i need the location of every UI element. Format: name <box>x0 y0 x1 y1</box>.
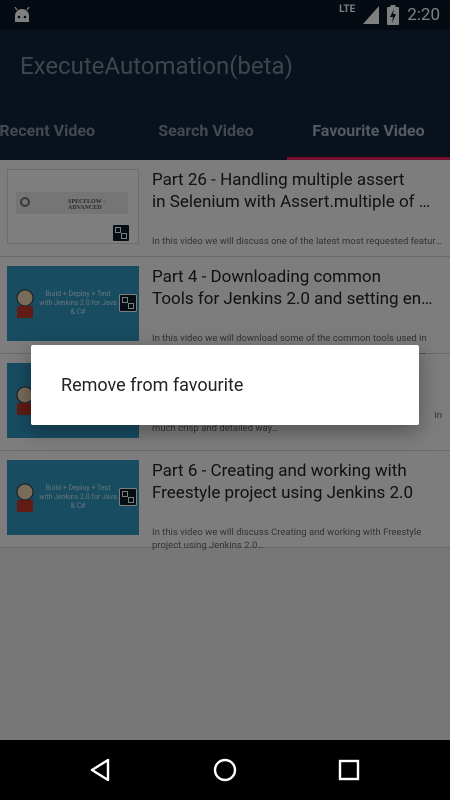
recents-icon[interactable] <box>334 755 364 785</box>
remove-from-favourite-option[interactable]: Remove from favourite <box>61 345 243 425</box>
home-icon[interactable] <box>210 755 240 785</box>
system-navigation-bar <box>0 740 450 800</box>
context-menu-dialog: Remove from favourite <box>31 345 419 425</box>
back-icon[interactable] <box>86 755 116 785</box>
